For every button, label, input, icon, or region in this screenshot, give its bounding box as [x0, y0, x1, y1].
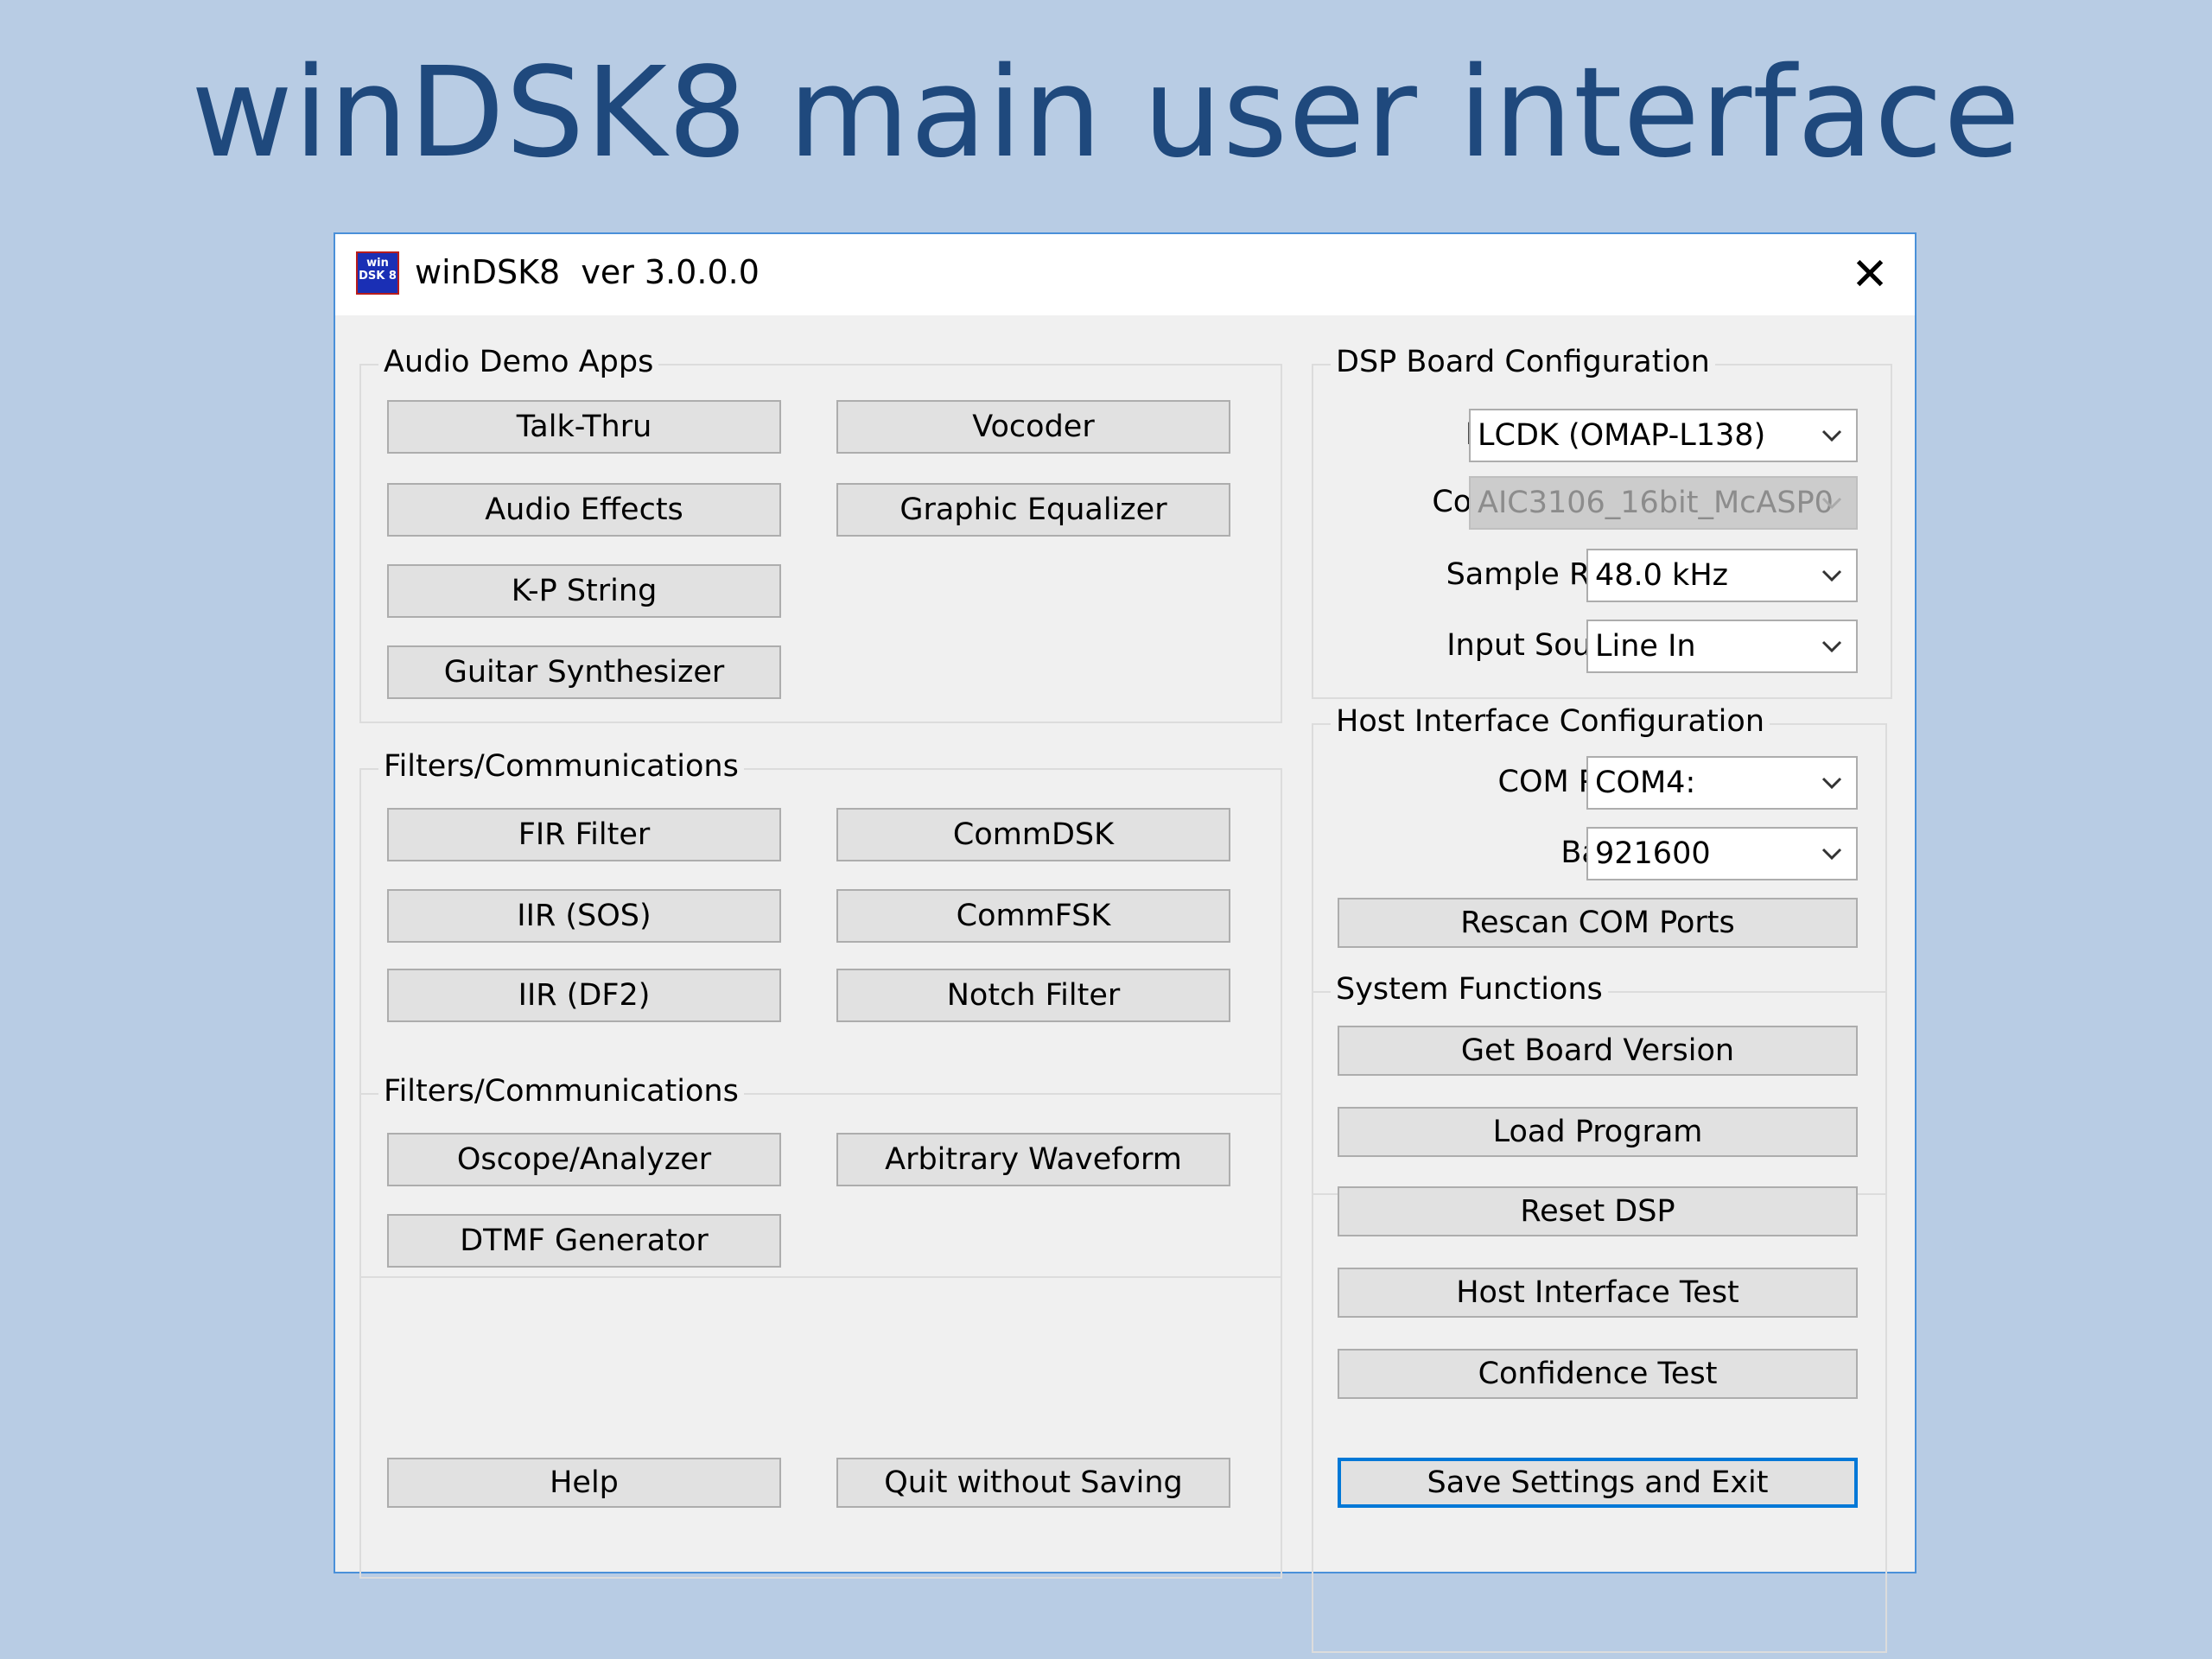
filters-communications-label-2: Filters/Communications	[378, 1074, 744, 1109]
oscope-analyzer-button[interactable]: Oscope/Analyzer	[387, 1133, 781, 1186]
codec-select: AIC3106_16bit_McASP0	[1469, 476, 1858, 530]
sample-rate-value: 48.0 kHz	[1595, 558, 1729, 593]
audio-effects-button[interactable]: Audio Effects	[387, 483, 781, 537]
host-interface-config-label: Host Interface Configuration	[1331, 704, 1770, 739]
graphic-equalizer-button[interactable]: Graphic Equalizer	[836, 483, 1230, 537]
slide-title: winDSK8 main user interface	[191, 40, 2021, 185]
dsp-select-value: LCDK (OMAP-L138)	[1478, 418, 1766, 453]
get-board-version-button[interactable]: Get Board Version	[1338, 1026, 1858, 1076]
codec-select-value: AIC3106_16bit_McASP0	[1478, 486, 1834, 520]
windsk8-window: win DSK 8 winDSK8 ver 3.0.0.0 ✕ Audio De…	[334, 232, 1916, 1653]
close-button[interactable]: ✕	[1825, 234, 1915, 315]
help-button[interactable]: Help	[387, 1458, 781, 1508]
notch-filter-button[interactable]: Notch Filter	[836, 969, 1230, 1022]
sample-rate-select[interactable]: 48.0 kHz	[1586, 549, 1858, 602]
rescan-com-ports-button[interactable]: Rescan COM Ports	[1338, 898, 1858, 948]
filters-communications-label: Filters/Communications	[378, 749, 744, 784]
system-functions-label: System Functions	[1331, 972, 1608, 1007]
save-settings-and-exit-button[interactable]: Save Settings and Exit	[1338, 1458, 1858, 1508]
input-source-value: Line In	[1595, 629, 1696, 664]
iir-sos-button[interactable]: IIR (SOS)	[387, 889, 781, 943]
system-functions-group: System Functions	[1312, 972, 1887, 1653]
audio-demo-label: Audio Demo Apps	[378, 345, 659, 379]
app-icon: win DSK 8	[356, 251, 399, 295]
chevron-down-icon	[1821, 777, 1842, 790]
input-source-select[interactable]: Line In	[1586, 620, 1858, 673]
commfsk-button[interactable]: CommFSK	[836, 889, 1230, 943]
guitar-synthesizer-button[interactable]: Guitar Synthesizer	[387, 645, 781, 699]
fir-filter-button[interactable]: FIR Filter	[387, 808, 781, 861]
com-port-select[interactable]: COM4:	[1586, 756, 1858, 810]
reset-dsp-button[interactable]: Reset DSP	[1338, 1186, 1858, 1236]
vocoder-button[interactable]: Vocoder	[836, 400, 1230, 454]
title-bar: win DSK 8 winDSK8 ver 3.0.0.0 ✕	[335, 234, 1915, 315]
talk-thru-button[interactable]: Talk-Thru	[387, 400, 781, 454]
commdsk-button[interactable]: CommDSK	[836, 808, 1230, 861]
quit-without-saving-button[interactable]: Quit without Saving	[836, 1458, 1230, 1508]
dsp-select[interactable]: LCDK (OMAP-L138)	[1469, 409, 1858, 462]
chevron-down-icon	[1821, 497, 1842, 510]
confidence-test-button[interactable]: Confidence Test	[1338, 1349, 1858, 1399]
dtmf-generator-button[interactable]: DTMF Generator	[387, 1214, 781, 1268]
chevron-down-icon	[1821, 429, 1842, 442]
window-title: winDSK8 ver 3.0.0.0	[415, 253, 760, 291]
chevron-down-icon	[1821, 569, 1842, 582]
arbitrary-waveform-button[interactable]: Arbitrary Waveform	[836, 1133, 1230, 1186]
baud-select[interactable]: 921600	[1586, 827, 1858, 880]
host-interface-test-button[interactable]: Host Interface Test	[1338, 1268, 1858, 1318]
load-program-button[interactable]: Load Program	[1338, 1107, 1858, 1157]
com-port-value: COM4:	[1595, 766, 1696, 800]
dsp-board-config-label: DSP Board Configuration	[1331, 345, 1715, 379]
chevron-down-icon	[1821, 640, 1842, 653]
baud-value: 921600	[1595, 836, 1711, 871]
kp-string-button[interactable]: K-P String	[387, 564, 781, 618]
chevron-down-icon	[1821, 848, 1842, 861]
iir-df2-button[interactable]: IIR (DF2)	[387, 969, 781, 1022]
